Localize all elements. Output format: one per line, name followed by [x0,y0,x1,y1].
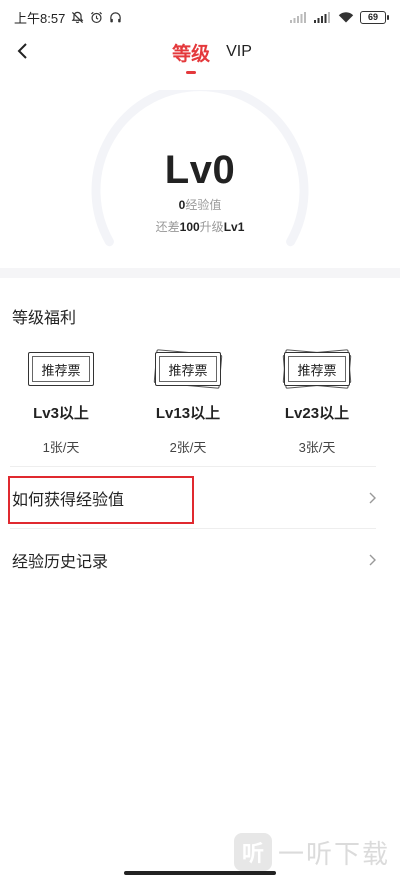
next-level: Lv1 [223,220,245,234]
watermark: 听 一听下载 [233,833,390,871]
benefit-level: Lv13以上 [155,405,221,422]
benefits-list: 推荐票 Lv3以上 1张/天 推荐票 Lv13以上 2张/天 推荐票 Lv23以… [0,346,400,456]
exp-history-label: 经验历史记录 [12,553,109,571]
current-level: Lv0 [164,148,236,192]
alarm-clock-icon [90,11,103,24]
status-left: 上午8:57 [14,8,122,27]
ticket-text: 推荐票 [32,356,90,382]
benefit-level: Lv3以上 [33,405,89,422]
benefits-title: 等级福利 [12,310,77,327]
tab-vip-label: VIP [226,43,252,60]
signal-hd-icon [314,11,332,23]
benefit-item: 推荐票 Lv13以上 2张/天 [133,346,243,456]
next-level-line: 还差100升级Lv1 [80,218,320,235]
benefit-amount: 3张/天 [298,440,336,455]
ticket-stack: 推荐票 [133,346,243,396]
tab-vip[interactable]: VIP [226,43,252,61]
benefit-amount: 1张/天 [42,440,80,455]
headphones-icon [109,11,122,24]
ticket-icon: 推荐票 [155,352,221,386]
ticket-stack: 推荐票 [262,346,372,396]
chevron-right-icon [369,554,376,565]
benefit-item: 推荐票 Lv3以上 1张/天 [6,346,116,456]
level-gauge: Lv0 0经验值 还差100升级Lv1 [80,90,320,260]
wifi-icon [338,11,354,23]
how-to-get-exp-label: 如何获得经验值 [12,491,125,509]
tab-bar: 等级 VIP [0,34,400,74]
ticket-icon: 推荐票 [28,352,94,386]
mute-bell-icon [71,11,84,24]
ticket-stack: 推荐票 [6,346,116,396]
exp-label: 经验值 [185,198,222,212]
next-mid: 升级 [199,220,224,234]
battery-icon: 69 [360,10,389,24]
status-bar: 上午8:57 69 [0,0,400,34]
active-tab-indicator [186,70,197,74]
benefit-amount: 2张/天 [169,440,207,455]
signal-weak-icon [290,11,308,23]
tab-level[interactable]: 等级 [172,39,211,74]
ticket-text: 推荐票 [288,356,346,382]
next-prefix: 还差 [155,220,180,234]
chevron-right-icon [369,492,376,503]
status-time: 上午8:57 [14,10,66,26]
benefit-item: 推荐票 Lv23以上 3张/天 [262,346,372,456]
status-right: 69 [290,10,389,24]
watermark-logo: 听 [233,833,272,871]
watermark-text: 一听下载 [277,838,390,869]
benefit-level: Lv23以上 [284,405,350,422]
exp-history-row[interactable]: 经验历史记录 [10,528,376,590]
ticket-text: 推荐票 [159,356,217,382]
ticket-icon: 推荐票 [284,352,350,386]
home-indicator[interactable] [124,871,276,875]
section-divider [0,268,400,278]
next-exp-needed: 100 [179,220,200,234]
exp-value-line: 0经验值 [80,196,320,213]
top-nav: 等级 VIP [0,34,400,74]
menu-list: 如何获得经验值 经验历史记录 [8,466,376,590]
tab-level-label: 等级 [172,43,211,65]
how-to-get-exp-row[interactable]: 如何获得经验值 [8,466,376,528]
